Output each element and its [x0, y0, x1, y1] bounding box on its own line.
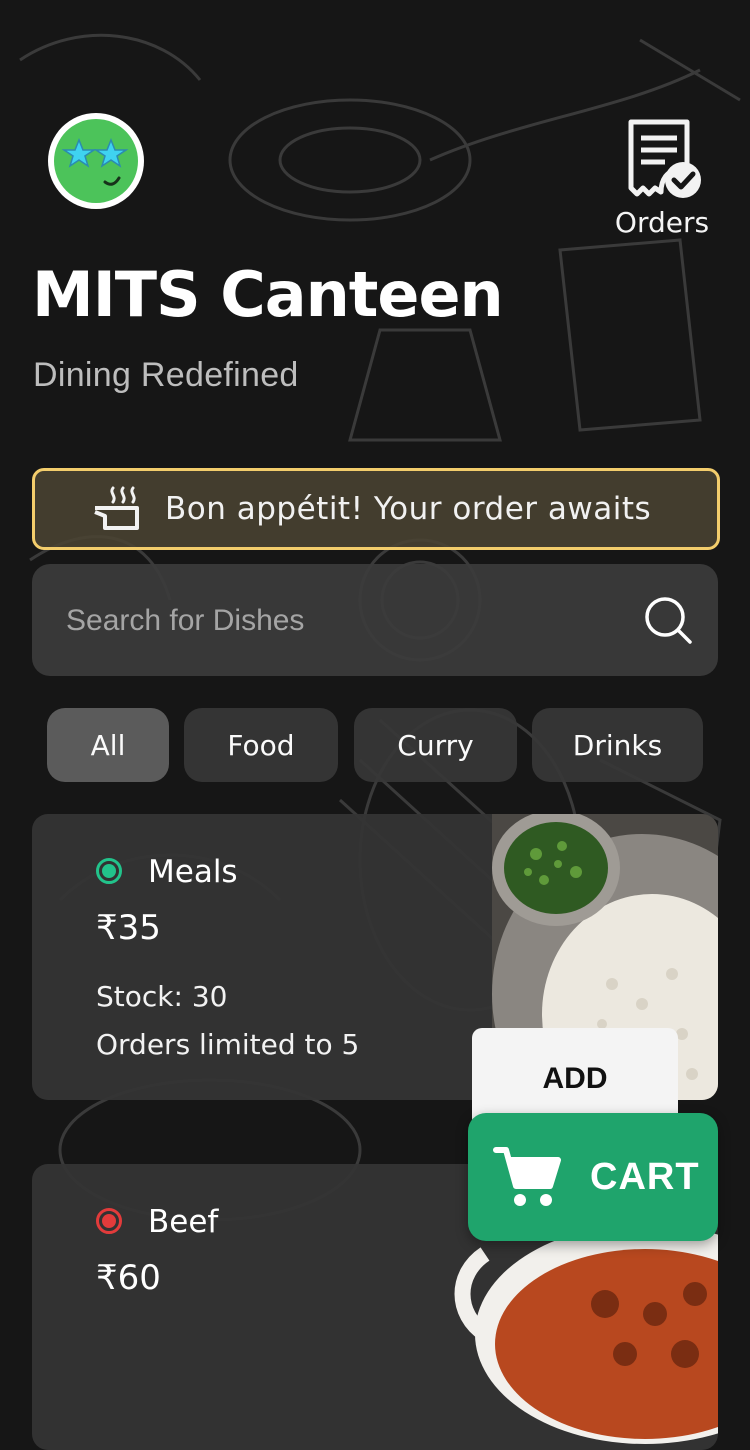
- filter-chip-all[interactable]: All: [47, 708, 169, 782]
- shopping-cart-icon: [493, 1147, 561, 1206]
- orders-label: Orders: [614, 206, 710, 239]
- orders-button[interactable]: Orders: [606, 118, 718, 239]
- veg-indicator-icon: [96, 858, 122, 884]
- item-name: Meals: [148, 854, 238, 890]
- item-name: Beef: [148, 1204, 219, 1240]
- search-bar: [32, 564, 718, 676]
- star-struck-emoji-icon: [54, 119, 138, 203]
- app-title: MITS Canteen: [32, 258, 504, 331]
- item-stock: Stock: 30: [96, 980, 228, 1013]
- app-subtitle: Dining Redefined: [33, 356, 299, 394]
- cart-button[interactable]: CART: [468, 1113, 718, 1241]
- item-price: ₹60: [96, 1258, 161, 1298]
- receipt-check-icon: [628, 119, 701, 198]
- search-icon[interactable]: [644, 596, 694, 646]
- filter-chip-curry[interactable]: Curry: [354, 708, 517, 782]
- item-order-limit: Orders limited to 5: [96, 1028, 360, 1061]
- order-status-banner: Bon appétit! Your order awaits: [32, 468, 720, 550]
- filter-chip-drinks[interactable]: Drinks: [532, 708, 703, 782]
- cart-label: CART: [590, 1155, 700, 1198]
- filter-chip-food[interactable]: Food: [184, 708, 338, 782]
- hot-bowl-icon: [83, 484, 153, 534]
- item-price: ₹35: [96, 908, 161, 948]
- non-veg-indicator-icon: [96, 1208, 122, 1234]
- search-input[interactable]: [64, 594, 638, 648]
- profile-avatar[interactable]: [48, 113, 144, 209]
- banner-text: Bon appétit! Your order awaits: [165, 491, 652, 527]
